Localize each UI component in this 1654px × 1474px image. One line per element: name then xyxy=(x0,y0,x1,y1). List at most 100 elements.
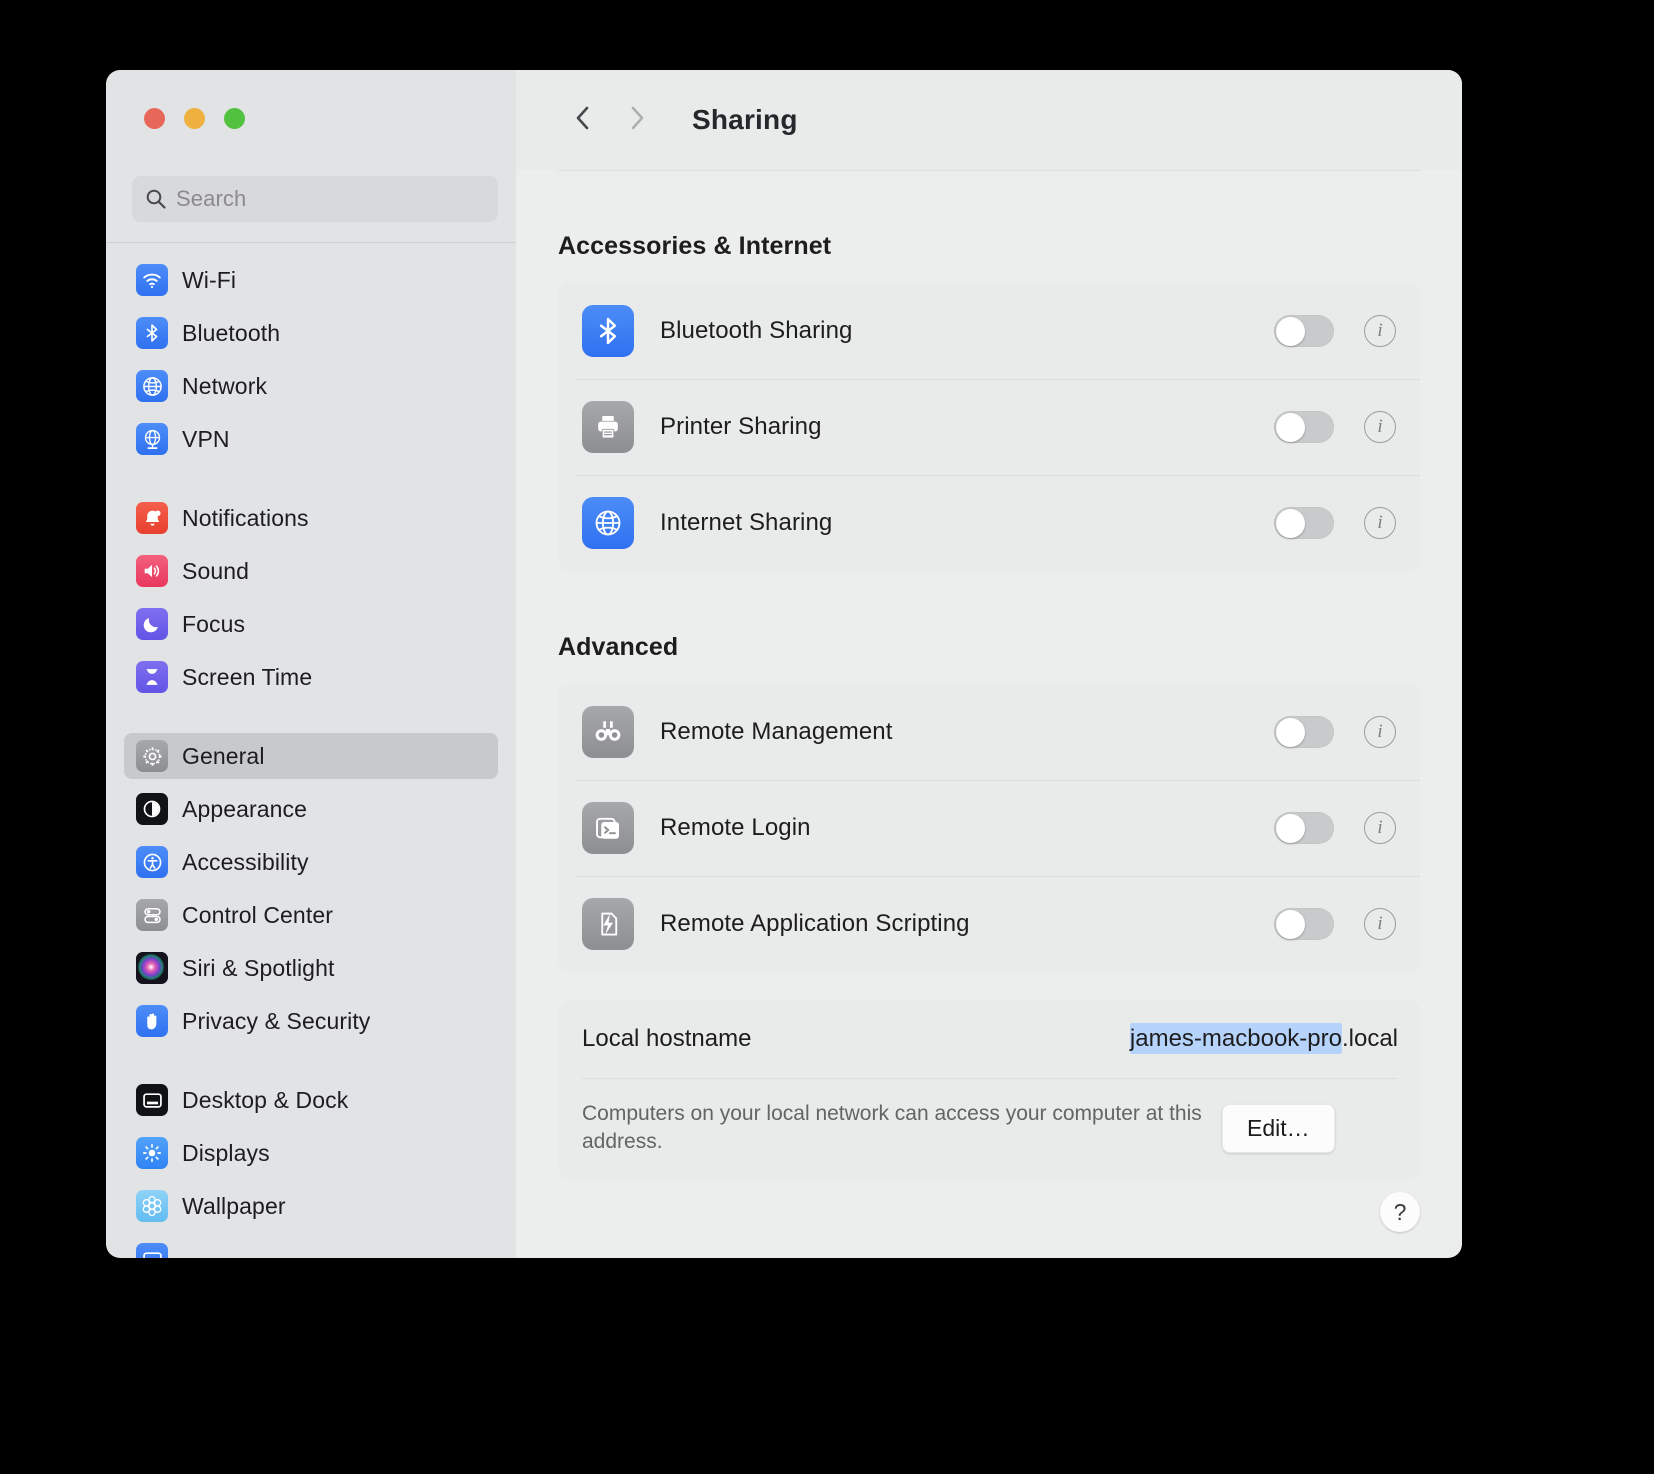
search-field-wrapper: Search xyxy=(132,176,498,222)
printer-sharing-toggle[interactable] xyxy=(1274,411,1334,443)
sidebar-item-label: Accessibility xyxy=(182,848,309,875)
sidebar-item-general[interactable]: General xyxy=(124,733,498,779)
sidebar-item-label: General xyxy=(182,742,265,769)
bell-icon xyxy=(136,502,168,534)
row-label: Internet Sharing xyxy=(660,509,833,536)
sidebar-item-label: Sound xyxy=(182,557,250,584)
local-hostname-card: Local hostname james-macbook-pro.local C… xyxy=(558,1000,1420,1180)
local-hostname-selected-text: james-macbook-pro xyxy=(1129,1023,1342,1054)
row-internet-sharing[interactable]: Internet Sharing i xyxy=(558,475,1420,571)
scroll-edge xyxy=(558,170,1420,171)
back-button[interactable] xyxy=(556,93,610,147)
edit-hostname-button[interactable]: Edit… xyxy=(1222,1104,1335,1153)
chevron-left-icon xyxy=(570,103,596,138)
sidebar-item-notifications[interactable]: Notifications xyxy=(124,495,498,541)
speaker-icon xyxy=(136,555,168,587)
row-label: Remote Login xyxy=(660,814,811,841)
local-hostname-value[interactable]: james-macbook-pro.local xyxy=(1129,1023,1398,1054)
sidebar-item-siri-spotlight[interactable]: Siri & Spotlight xyxy=(124,945,498,991)
sidebar-item-control-center[interactable]: Control Center xyxy=(124,892,498,938)
row-label: Remote Application Scripting xyxy=(660,910,970,937)
sidebar-item-displays[interactable]: Displays xyxy=(124,1130,498,1176)
row-bluetooth-sharing[interactable]: Bluetooth Sharing i xyxy=(558,283,1420,379)
desktop-dock-icon xyxy=(136,1084,168,1116)
local-hostname-description: Computers on your local network can acce… xyxy=(582,1102,1202,1153)
wallpaper-icon xyxy=(136,1190,168,1222)
terminal-icon xyxy=(582,802,634,854)
moon-icon xyxy=(136,608,168,640)
internet-sharing-toggle[interactable] xyxy=(1274,507,1334,539)
advanced-card: Remote Management i Remote Login i Remot… xyxy=(558,684,1420,972)
search-input[interactable]: Search xyxy=(132,176,498,222)
remote-login-info-button[interactable]: i xyxy=(1364,812,1396,844)
accessibility-icon xyxy=(136,846,168,878)
sidebar-item-label: Siri & Spotlight xyxy=(182,954,335,981)
sidebar: Search Wi-Fi Bluetooth Network VPN Notif… xyxy=(106,70,516,1258)
sidebar-item-sound[interactable]: Sound xyxy=(124,548,498,594)
zoom-button[interactable] xyxy=(224,108,245,129)
settings-content: Accessories & Internet Bluetooth Sharing… xyxy=(516,170,1462,1258)
sidebar-item-vpn[interactable]: VPN xyxy=(124,416,498,462)
sidebar-item-label: Screen Time xyxy=(182,663,313,690)
sidebar-nav: Wi-Fi Bluetooth Network VPN Notification… xyxy=(106,257,516,1258)
control-center-icon xyxy=(136,899,168,931)
bluetooth-sharing-toggle[interactable] xyxy=(1274,315,1334,347)
binoculars-icon xyxy=(582,706,634,758)
remote-management-info-button[interactable]: i xyxy=(1364,716,1396,748)
system-settings-window: Search Wi-Fi Bluetooth Network VPN Notif… xyxy=(106,70,1462,1258)
page-title: Sharing xyxy=(692,104,798,135)
row-remote-application-scripting[interactable]: Remote Application Scripting i xyxy=(558,876,1420,972)
gear-icon xyxy=(136,740,168,772)
row-label: Bluetooth Sharing xyxy=(660,317,853,344)
row-remote-login[interactable]: Remote Login i xyxy=(558,780,1420,876)
row-remote-management[interactable]: Remote Management i xyxy=(558,684,1420,780)
sidebar-item-label: Wi-Fi xyxy=(182,266,237,293)
local-hostname-row: Local hostname james-macbook-pro.local xyxy=(558,1000,1420,1078)
sidebar-item-label: Network xyxy=(182,372,268,399)
bluetooth-sharing-info-button[interactable]: i xyxy=(1364,315,1396,347)
sidebar-group-desktop: Desktop & Dock Displays Wallpaper xyxy=(106,1077,516,1258)
local-hostname-description-row: Computers on your local network can acce… xyxy=(558,1078,1420,1179)
row-label: Remote Management xyxy=(660,718,893,745)
printer-icon xyxy=(582,401,634,453)
sidebar-item-desktop-dock[interactable]: Desktop & Dock xyxy=(124,1077,498,1123)
remote-login-toggle[interactable] xyxy=(1274,812,1334,844)
internet-sharing-info-button[interactable]: i xyxy=(1364,507,1396,539)
sidebar-item-accessibility[interactable]: Accessibility xyxy=(124,839,498,885)
chevron-right-icon xyxy=(624,103,650,138)
sidebar-item-label: Desktop & Dock xyxy=(182,1086,349,1113)
minimize-button[interactable] xyxy=(184,108,205,129)
sidebar-item-wallpaper[interactable]: Wallpaper xyxy=(124,1183,498,1229)
remote-application-scripting-toggle[interactable] xyxy=(1274,908,1334,940)
sidebar-item-focus[interactable]: Focus xyxy=(124,601,498,647)
sidebar-item-label: Control Center xyxy=(182,901,333,928)
sidebar-item-privacy-security[interactable]: Privacy & Security xyxy=(124,998,498,1044)
sidebar-item-appearance[interactable]: Appearance xyxy=(124,786,498,832)
sidebar-group-system: Notifications Sound Focus Screen Time xyxy=(106,495,516,700)
hourglass-icon xyxy=(136,661,168,693)
hand-icon xyxy=(136,1005,168,1037)
forward-button[interactable] xyxy=(610,93,664,147)
help-button[interactable]: ? xyxy=(1380,1192,1420,1232)
window-controls xyxy=(144,108,245,129)
row-printer-sharing[interactable]: Printer Sharing i xyxy=(558,379,1420,475)
sidebar-item-screen-time[interactable]: Screen Time xyxy=(124,654,498,700)
search-placeholder: Search xyxy=(176,186,247,211)
sidebar-item-label: Wallpaper xyxy=(182,1192,286,1219)
printer-sharing-info-button[interactable]: i xyxy=(1364,411,1396,443)
sidebar-item-label: Appearance xyxy=(182,795,308,822)
remote-application-scripting-info-button[interactable]: i xyxy=(1364,908,1396,940)
sidebar-item-label: Bluetooth xyxy=(182,319,281,346)
sidebar-item-wi-fi[interactable]: Wi-Fi xyxy=(124,257,498,303)
sidebar-item-network[interactable]: Network xyxy=(124,363,498,409)
remote-management-toggle[interactable] xyxy=(1274,716,1334,748)
sidebar-group-network: Wi-Fi Bluetooth Network VPN xyxy=(106,257,516,462)
sidebar-item-bluetooth[interactable]: Bluetooth xyxy=(124,310,498,356)
row-label: Printer Sharing xyxy=(660,413,822,440)
sidebar-item-partial-cutoff[interactable] xyxy=(124,1236,498,1258)
close-button[interactable] xyxy=(144,108,165,129)
sidebar-item-label: Notifications xyxy=(182,504,309,531)
